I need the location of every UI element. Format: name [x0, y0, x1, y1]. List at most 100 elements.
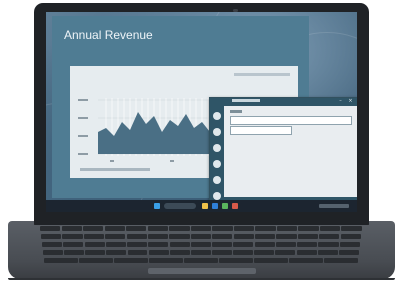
keyboard-key — [219, 258, 253, 263]
sidebar-user-icon[interactable] — [213, 176, 221, 184]
keyboard-key — [148, 250, 169, 255]
keyboard-key — [148, 234, 169, 239]
laptop-screen: Annual Revenue – × — [46, 12, 357, 212]
keyboard-key — [148, 242, 169, 247]
keyboard-key — [275, 250, 296, 255]
keyboard-key — [297, 234, 318, 239]
keyboard-key — [40, 226, 61, 231]
selected-field[interactable] — [230, 126, 292, 135]
dialog-titlebar: – × — [210, 98, 357, 106]
data-entry-dialog[interactable]: – × — [209, 97, 357, 207]
keyboard-key — [254, 258, 288, 263]
chart-caption-text — [80, 168, 150, 171]
browser-icon[interactable] — [212, 203, 218, 209]
close-icon[interactable]: × — [348, 99, 353, 104]
keyboard-key — [318, 242, 339, 247]
keyboard-key — [212, 242, 233, 247]
folder-icon[interactable] — [202, 203, 208, 209]
keyboard-key — [126, 226, 147, 231]
text-field[interactable] — [230, 116, 352, 125]
keyboard-row — [42, 242, 361, 247]
keyboard-key — [44, 258, 78, 263]
sidebar-user-icon[interactable] — [213, 192, 221, 200]
keyboard-key — [255, 234, 276, 239]
keyboard-key — [212, 234, 233, 239]
keyboard-key — [61, 226, 82, 231]
sidebar-user-icon[interactable] — [213, 112, 221, 120]
keyboard-key — [298, 226, 319, 231]
keyboard-row — [41, 234, 362, 239]
app-title: Annual Revenue — [64, 28, 153, 42]
laptop-base-edge — [8, 278, 395, 280]
keyboard-key — [169, 250, 190, 255]
keyboard-key — [83, 234, 104, 239]
sidebar-user-icon[interactable] — [213, 144, 221, 152]
keyboard-key — [105, 242, 126, 247]
keyboard-row — [44, 258, 359, 263]
keyboard-key — [212, 226, 233, 231]
keyboard-key — [319, 234, 340, 239]
keyboard-key — [83, 226, 104, 231]
taskbar — [46, 200, 357, 212]
keyboard-key — [233, 226, 255, 231]
keyboard-key — [212, 250, 232, 255]
keyboard-key — [169, 226, 190, 231]
field-label — [230, 110, 242, 113]
keyboard-key — [190, 226, 212, 231]
keyboard-key — [296, 250, 317, 255]
keyboard-key — [79, 258, 113, 263]
keyboard-key — [340, 234, 361, 239]
keyboard-key — [319, 226, 341, 231]
keyboard-key — [338, 250, 359, 255]
keyboard-key — [297, 242, 318, 247]
keyboard-key — [127, 250, 148, 255]
keyboard-key — [255, 226, 276, 231]
keyboard-key — [254, 242, 275, 247]
keyboard-key — [169, 242, 190, 247]
minimize-icon[interactable]: – — [338, 99, 343, 104]
keyboard-key — [63, 242, 84, 247]
app-icon[interactable] — [232, 203, 238, 209]
sidebar-user-icon[interactable] — [213, 128, 221, 136]
keyboard-key — [127, 242, 148, 247]
taskbar-search[interactable] — [164, 203, 196, 209]
keyboard-key — [276, 226, 298, 231]
keyboard-key — [64, 250, 85, 255]
keyboard-key — [106, 250, 127, 255]
keyboard-key — [114, 258, 148, 263]
keyboard-key — [190, 242, 211, 247]
keyboard-key — [84, 242, 105, 247]
keyboard-key — [233, 234, 254, 239]
sidebar-user-icon[interactable] — [213, 160, 221, 168]
keyboard-key — [276, 234, 297, 239]
keyboard-key — [105, 234, 126, 239]
keyboard-key — [254, 250, 275, 255]
keyboard-key — [233, 242, 254, 247]
start-icon[interactable] — [154, 203, 160, 209]
keyboard-key — [289, 258, 323, 263]
keyboard-row — [40, 226, 363, 231]
keyboard-key — [190, 234, 211, 239]
keyboard-key — [42, 242, 63, 247]
keyboard-key — [149, 258, 183, 263]
keyboard-key — [233, 250, 254, 255]
keyboard-key — [169, 234, 190, 239]
keyboard-key — [62, 234, 83, 239]
keyboard-key — [43, 250, 63, 255]
keyboard-key — [85, 250, 106, 255]
keyboard-key — [41, 234, 62, 239]
keyboard-key — [339, 242, 360, 247]
app-icon[interactable] — [222, 203, 228, 209]
keyboard-key — [190, 250, 211, 255]
keyboard-key — [104, 226, 125, 231]
keyboard-key — [324, 258, 358, 263]
touchpad — [148, 268, 256, 274]
keyboard-key — [341, 226, 362, 231]
keyboard-key — [184, 258, 218, 263]
keyboard-key — [126, 234, 147, 239]
dialog-sidebar — [210, 106, 224, 206]
keyboard-row — [43, 250, 360, 255]
keyboard-key — [275, 242, 296, 247]
system-tray — [319, 204, 349, 208]
keyboard-key — [317, 250, 338, 255]
